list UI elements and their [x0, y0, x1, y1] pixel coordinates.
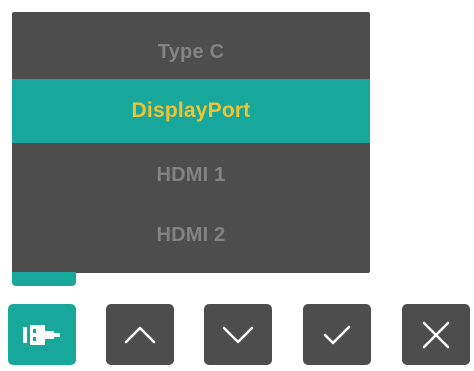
chevron-up-icon [124, 326, 156, 343]
menu-item-displayport[interactable]: DisplayPort [12, 79, 370, 143]
menu-item-type-c[interactable]: Type C [12, 20, 370, 84]
up-button[interactable] [106, 304, 174, 365]
input-source-icon [23, 324, 60, 345]
close-icon [422, 321, 450, 348]
menu-item-hdmi-2[interactable]: HDMI 2 [12, 203, 370, 267]
menu-item-hdmi-1[interactable]: HDMI 1 [12, 143, 370, 207]
chevron-down-icon [222, 326, 254, 343]
close-button[interactable] [402, 304, 470, 365]
input-source-menu: Type C DisplayPort HDMI 1 HDMI 2 [12, 12, 370, 273]
confirm-button[interactable] [303, 304, 371, 365]
input-source-button[interactable] [8, 304, 76, 365]
active-key-connector [12, 272, 76, 286]
osd-screen: Type C DisplayPort HDMI 1 HDMI 2 [0, 0, 474, 371]
checkmark-icon [323, 325, 351, 344]
down-button[interactable] [204, 304, 272, 365]
